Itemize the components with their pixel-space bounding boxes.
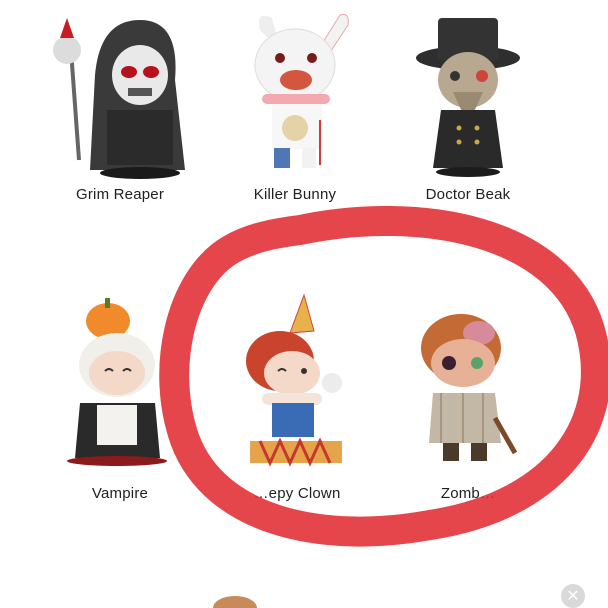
product-grid: Grim Reaper Killer Bunny Doctor Beak Vam… bbox=[0, 0, 608, 608]
product-name: Vampire bbox=[91, 485, 149, 502]
doctor-beak-figure bbox=[416, 18, 520, 177]
product-card-sleepy-clown[interactable]: …epy Clown bbox=[212, 293, 382, 513]
product-name: Killer Bunny bbox=[253, 186, 337, 203]
close-icon[interactable]: ✕ bbox=[561, 584, 585, 608]
next-item-figure bbox=[213, 596, 257, 608]
product-card-doctor-beak[interactable]: Doctor Beak bbox=[383, 10, 553, 230]
zombie-figure bbox=[421, 314, 518, 461]
product-name: Doctor Beak bbox=[425, 186, 511, 203]
product-name: Zomb… bbox=[440, 485, 496, 502]
vampire-figure bbox=[67, 298, 167, 466]
product-card-vampire[interactable]: Vampire bbox=[35, 293, 205, 513]
sleepy-clown-figure bbox=[246, 293, 342, 467]
product-card-killer-bunny[interactable]: Killer Bunny bbox=[210, 10, 380, 230]
product-name: Grim Reaper bbox=[75, 186, 165, 203]
grim-reaper-figure bbox=[53, 18, 185, 179]
product-name: …epy Clown bbox=[253, 485, 341, 502]
killer-bunny-figure bbox=[254, 14, 349, 168]
product-card-zombie[interactable]: Zomb… bbox=[383, 293, 553, 513]
product-card-grim-reaper[interactable]: Grim Reaper bbox=[35, 10, 205, 230]
